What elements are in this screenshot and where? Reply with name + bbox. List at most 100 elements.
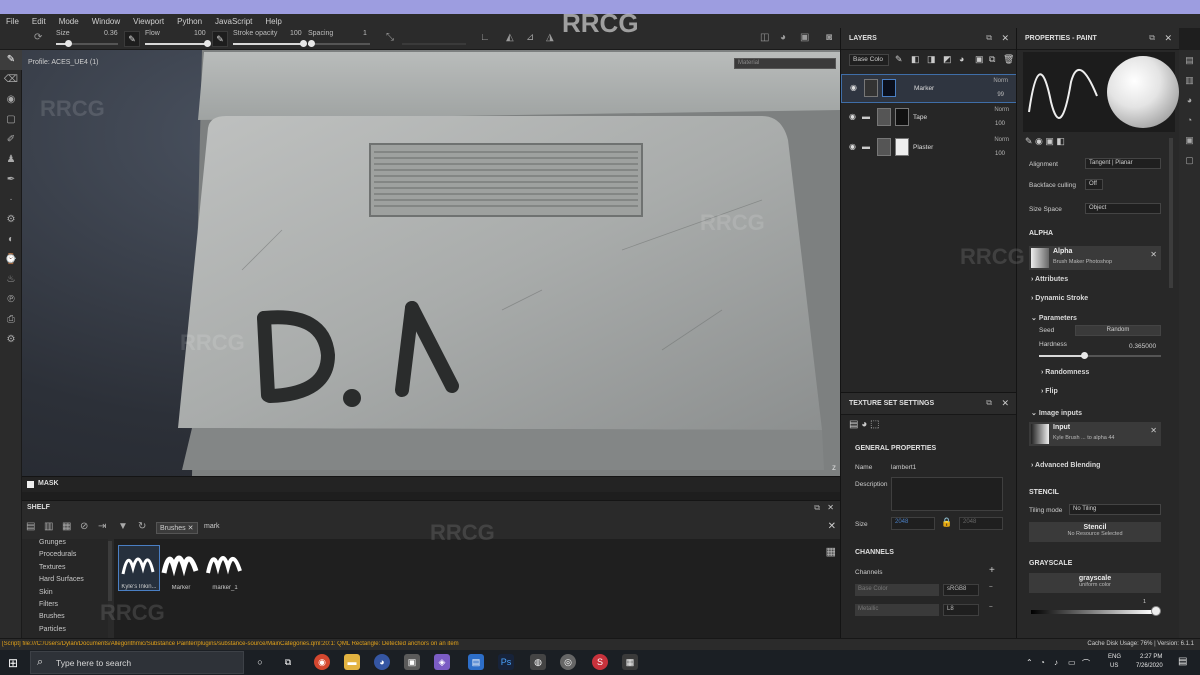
filter-tag-brushes[interactable]: Brushes ✕ [156, 522, 198, 534]
angle-icon[interactable]: ∟ [480, 32, 490, 43]
grayscale-picker-icon[interactable] [1151, 606, 1161, 616]
clear-search-icon[interactable]: ✕ [828, 521, 836, 532]
channel-format[interactable]: sRGB8 [943, 584, 979, 596]
backface-toggle[interactable]: Off [1085, 179, 1103, 190]
language-code[interactable]: ENG [1108, 654, 1121, 660]
shelf-dock-icon[interactable]: ⧉ [814, 503, 820, 513]
props-dock-icon[interactable]: ⧉ [1149, 33, 1155, 43]
app-icon[interactable]: ◎ [560, 654, 576, 670]
tray-up-icon[interactable]: ⌃ [1026, 658, 1033, 667]
bake-icon[interactable]: ♨ [0, 270, 22, 290]
library-icon[interactable]: ▦ [62, 521, 71, 532]
clock-time[interactable]: 2:27 PM [1140, 654, 1162, 660]
stroke-opacity-value[interactable]: 100 [290, 30, 302, 37]
alignment-select[interactable]: Tangent | Planar [1085, 158, 1161, 169]
lazy-mouse-icon[interactable]: ⤡ [386, 32, 394, 43]
smudge-icon[interactable]: ✐ [0, 130, 22, 150]
props-close-icon[interactable]: ✕ [1164, 33, 1172, 44]
mask-checkbox[interactable] [27, 481, 34, 488]
spacing-slider[interactable] [308, 40, 370, 47]
channel-metallic[interactable]: Metallic [855, 604, 939, 616]
flow-slider[interactable] [145, 40, 211, 47]
refresh-icon[interactable]: ↻ [138, 521, 146, 532]
advanced-blending-toggle[interactable]: › Advanced Blending [1031, 462, 1100, 469]
lazy-mouse-slider[interactable] [402, 43, 466, 45]
tiling-select[interactable]: No Tiling [1069, 504, 1161, 515]
layer-opacity[interactable]: 100 [995, 151, 1005, 157]
menu-edit[interactable]: Edit [32, 17, 46, 26]
category-grunges[interactable]: Grunges [22, 539, 108, 551]
add-fill-icon[interactable]: ◧ [911, 54, 920, 65]
app-icon[interactable]: ▦ [622, 654, 638, 670]
polygon-fill-icon[interactable]: ▢ [0, 110, 22, 130]
viewport-mode-icon[interactable]: ◫ [760, 32, 769, 43]
3d-viewport[interactable]: Profile: ACES_UE4 (1) Material z [22, 50, 840, 476]
name-value[interactable]: lambert1 [891, 464, 916, 471]
cortana-icon[interactable]: ○ [252, 654, 268, 670]
dynamic-stroke-toggle[interactable]: › Dynamic Stroke [1031, 295, 1088, 302]
layer-opacity[interactable]: 100 [995, 121, 1005, 127]
paint-brush-icon[interactable]: ✎ [0, 50, 22, 70]
layer-row-marker[interactable]: ◉ Marker Norm 99 [841, 74, 1017, 103]
flip-toggle[interactable]: › Flip [1041, 388, 1058, 395]
log-dock-icon[interactable]: ▣ [1179, 130, 1200, 150]
menu-help[interactable]: Help [265, 17, 281, 26]
import-icon[interactable]: ⇥ [98, 521, 106, 532]
filter-icon[interactable]: ▼ [118, 521, 128, 532]
layer-row-tape[interactable]: ◉ ▬ Tape Norm 100 [841, 104, 1017, 133]
new-folder-icon[interactable]: ▥ [44, 521, 53, 532]
layer-blend-mode[interactable]: Norm [994, 137, 1009, 143]
layer-blend-mode[interactable]: Norm [994, 107, 1009, 113]
hardness-slider[interactable] [1039, 352, 1161, 359]
size-value[interactable]: 0.36 [104, 30, 118, 37]
input-remove-icon[interactable]: ✕ [1150, 426, 1157, 435]
notifications-icon[interactable]: ▤ [1178, 656, 1187, 667]
app-icon[interactable]: ◈ [434, 654, 450, 670]
display-icon[interactable]: ◐ [0, 230, 22, 250]
layer-blend-mode[interactable]: Norm [993, 78, 1008, 84]
size-select[interactable]: 2048 [891, 517, 935, 530]
spacing-value[interactable]: 1 [363, 30, 367, 37]
region-code[interactable]: US [1110, 663, 1118, 669]
clock-date[interactable]: 7/26/2020 [1136, 663, 1163, 669]
props-scrollbar[interactable] [1169, 138, 1173, 288]
layers-dock-icon[interactable]: ⧉ [986, 33, 992, 43]
material-mode-select[interactable]: Material [734, 58, 836, 69]
viewer-settings-icon[interactable]: ⚙ [0, 210, 22, 230]
alpha-remove-icon[interactable]: ✕ [1150, 250, 1157, 259]
export-icon[interactable]: ⎙ [0, 310, 22, 330]
props-tabs[interactable]: ✎ ◉ ▣ ◧ [1025, 136, 1065, 147]
add-group-icon[interactable]: ▣ [975, 54, 984, 65]
categories-scrollbar[interactable] [108, 541, 112, 601]
remove-channel-icon[interactable]: − [989, 604, 993, 611]
delete-layer-icon[interactable]: 🗑 [1003, 54, 1014, 65]
shader-dock-icon[interactable]: ▢ [1179, 150, 1200, 170]
chrome-icon[interactable]: ◉ [314, 654, 330, 670]
display-dock-icon[interactable]: ◕ [1179, 90, 1200, 110]
tool-settings-icon[interactable]: ⟳ [34, 32, 42, 43]
menu-file[interactable]: File [6, 17, 19, 26]
lock-icon[interactable]: 🔒 [941, 517, 952, 528]
category-particles[interactable]: Particles [22, 626, 108, 638]
camera-projection-icon[interactable]: ◮ [546, 32, 554, 43]
attributes-toggle[interactable]: › Attributes [1031, 276, 1068, 283]
windows-start-icon[interactable]: ⊞ [8, 656, 18, 670]
folder-icon[interactable]: ▤ [26, 521, 35, 532]
add-channel-icon[interactable]: + [989, 565, 995, 576]
menu-mode[interactable]: Mode [59, 17, 79, 26]
size-select-2[interactable]: 2048 [959, 517, 1003, 530]
description-field[interactable] [891, 477, 1003, 511]
layers-dock-icon[interactable]: ▤ [1179, 50, 1200, 70]
eraser-icon[interactable]: ⌫ [0, 70, 22, 90]
network-icon[interactable]: ◔ [1040, 658, 1045, 667]
channel-select[interactable]: Base Colo [849, 54, 889, 66]
python-plugin-icon[interactable]: ℗ [0, 290, 22, 310]
history-dock-icon[interactable]: ◔ [1179, 110, 1200, 130]
battery-icon[interactable]: ▭ [1068, 658, 1076, 667]
tss-dock-icon[interactable]: ⧉ [986, 398, 992, 408]
add-fill-layer-icon[interactable]: ◕ [959, 54, 964, 64]
grayscale-value[interactable]: 1 [1143, 599, 1146, 605]
flow-value[interactable]: 100 [194, 30, 206, 37]
history-icon[interactable]: ⌚ [0, 250, 22, 270]
duplicate-icon[interactable]: ⧉ [989, 54, 995, 65]
